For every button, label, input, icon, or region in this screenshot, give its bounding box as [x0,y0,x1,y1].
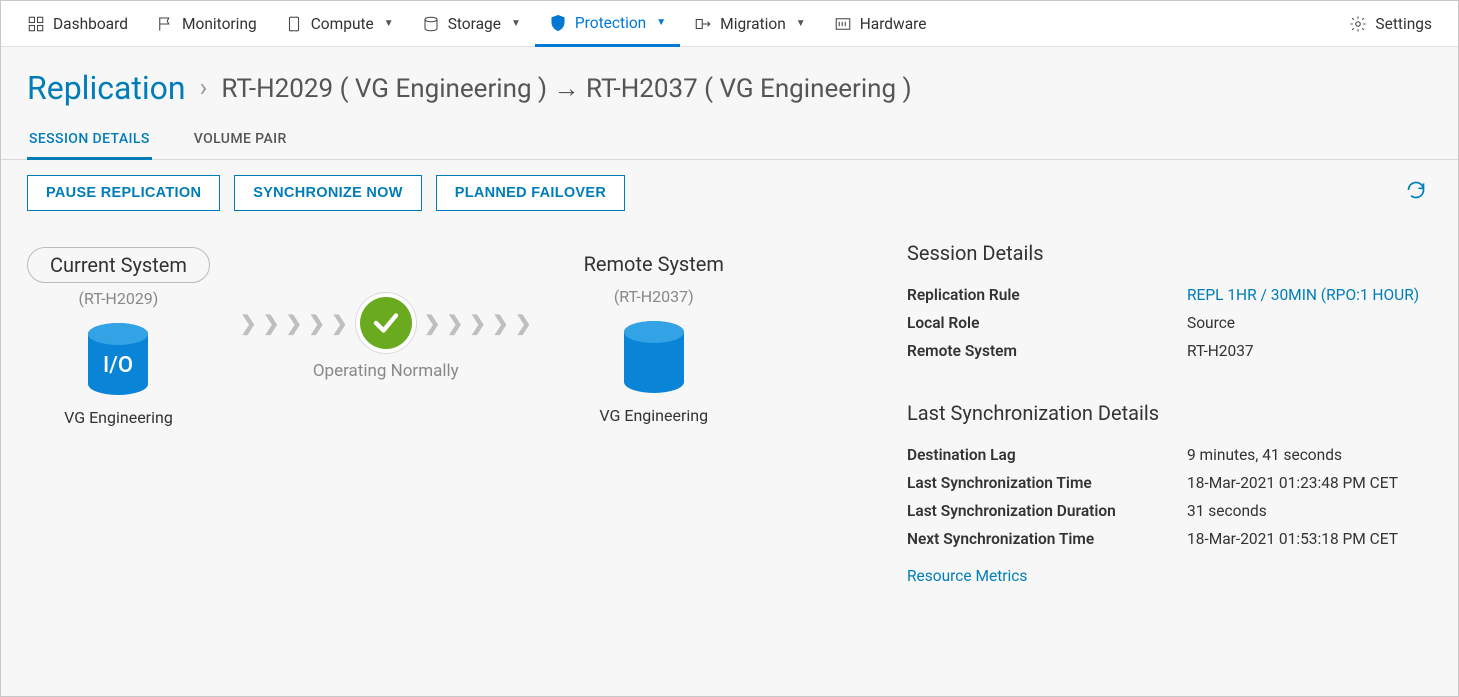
flow-status: ❯ ❯ ❯ ❯ ❯ ❯ ❯ ❯ ❯ ❯ Operating Normally [240,297,532,381]
nav-dashboard[interactable]: Dashboard [13,1,142,47]
last-sync-time-value: 18-Mar-2021 01:23:48 PM CET [1187,474,1398,492]
last-sync-duration-row: Last Synchronization Duration 31 seconds [907,497,1432,525]
nav-compute-label: Compute [311,15,374,33]
status-text: Operating Normally [313,361,459,381]
gear-icon [1349,15,1367,33]
destination-lag-value: 9 minutes, 41 seconds [1187,446,1342,464]
chevron-icon: ❯ [469,311,486,335]
last-sync-time-label: Last Synchronization Time [907,474,1187,492]
breadcrumb: Replication › RT-H2029 ( VG Engineering … [1,47,1458,121]
chevron-icon: ❯ [515,311,532,335]
chevron-icon: ❯ [331,311,348,335]
last-sync-title: Last Synchronization Details [907,401,1432,425]
cylinder-icon [621,320,687,398]
caret-down-icon: ▼ [511,18,521,29]
top-nav: Dashboard Monitoring Compute ▼ Storage ▼… [1,1,1458,47]
chevron-icon: ❯ [285,311,302,335]
current-system-id: (RT-H2029) [27,289,210,308]
destination-lag-row: Destination Lag 9 minutes, 41 seconds [907,441,1432,469]
svg-text:I/O: I/O [103,353,133,378]
hardware-icon [834,15,852,33]
next-sync-time-row: Next Synchronization Time 18-Mar-2021 01… [907,525,1432,553]
nav-protection-label: Protection [575,14,646,32]
remote-system-title: Remote System [562,247,746,281]
chevron-icon: ❯ [424,311,441,335]
migration-icon [694,15,712,33]
caret-down-icon: ▼ [656,17,666,28]
cylinder-icon: I/O [85,322,151,400]
nav-migration[interactable]: Migration ▼ [680,1,820,47]
next-sync-time-value: 18-Mar-2021 01:53:18 PM CET [1187,530,1398,548]
nav-protection[interactable]: Protection ▼ [535,1,680,47]
chevron-right-icon: › [200,73,208,103]
status-ok-icon [360,297,412,349]
content: Current System (RT-H2029) I/O VG Enginee… [1,221,1458,605]
remote-system: Remote System (RT-H2037) VG Engineering [562,247,746,425]
dashboard-icon [27,15,45,33]
chevron-icon: ❯ [447,311,464,335]
current-system-title: Current System [27,247,210,283]
sub-tabs: SESSION DETAILS VOLUME PAIR [1,121,1458,160]
local-role-row: Local Role Source [907,309,1432,337]
tab-volume-pair[interactable]: VOLUME PAIR [192,121,289,159]
caret-down-icon: ▼ [384,18,394,29]
current-system-vg: VG Engineering [64,408,173,427]
remote-system-row: Remote System RT-H2037 [907,337,1432,365]
nav-monitoring[interactable]: Monitoring [142,1,271,47]
nav-settings[interactable]: Settings [1335,1,1446,47]
compute-icon [285,15,303,33]
planned-failover-button[interactable]: PLANNED FAILOVER [436,175,625,211]
replication-rule-row: Replication Rule REPL 1HR / 30MIN (RPO:1… [907,281,1432,309]
synchronize-now-button[interactable]: SYNCHRONIZE NOW [234,175,422,211]
last-sync-duration-value: 31 seconds [1187,502,1267,520]
nav-hardware[interactable]: Hardware [820,1,941,47]
local-role-label: Local Role [907,314,1187,332]
remote-system-label: Remote System [907,342,1187,360]
remote-system-id: (RT-H2037) [562,287,746,306]
last-sync-time-row: Last Synchronization Time 18-Mar-2021 01… [907,469,1432,497]
resource-metrics-link[interactable]: Resource Metrics [907,567,1027,585]
next-sync-time-label: Next Synchronization Time [907,530,1187,548]
chevron-icon: ❯ [308,311,325,335]
breadcrumb-path: RT-H2029 ( VG Engineering ) → RT-H2037 (… [221,73,911,104]
chevron-icon: ❯ [263,311,280,335]
nav-storage[interactable]: Storage ▼ [408,1,535,47]
current-system: Current System (RT-H2029) I/O VG Enginee… [27,247,210,427]
nav-storage-label: Storage [448,15,501,33]
pause-replication-button[interactable]: PAUSE REPLICATION [27,175,220,211]
replication-flow: Current System (RT-H2029) I/O VG Enginee… [27,241,877,585]
last-sync-duration-label: Last Synchronization Duration [907,502,1187,520]
details-panel: Session Details Replication Rule REPL 1H… [907,241,1432,585]
destination-lag-label: Destination Lag [907,446,1187,464]
chevron-icon: ❯ [240,311,257,335]
chevron-icon: ❯ [492,311,509,335]
caret-down-icon: ▼ [796,18,806,29]
nav-hardware-label: Hardware [860,15,927,33]
remote-system-vg: VG Engineering [599,406,708,425]
nav-settings-label: Settings [1375,15,1432,33]
tab-session-details[interactable]: SESSION DETAILS [27,121,152,160]
storage-icon [422,15,440,33]
nav-compute[interactable]: Compute ▼ [271,1,408,47]
local-role-value: Source [1187,314,1235,332]
nav-monitoring-label: Monitoring [182,15,257,33]
session-details-title: Session Details [907,241,1432,265]
shield-icon [549,14,567,32]
flag-icon [156,15,174,33]
action-row: PAUSE REPLICATION SYNCHRONIZE NOW PLANNE… [1,160,1458,221]
nav-migration-label: Migration [720,15,786,33]
remote-system-value: RT-H2037 [1187,342,1254,360]
replication-rule-value[interactable]: REPL 1HR / 30MIN (RPO:1 HOUR) [1187,286,1419,304]
nav-dashboard-label: Dashboard [53,15,128,33]
refresh-icon[interactable] [1400,174,1432,211]
replication-rule-label: Replication Rule [907,286,1187,304]
breadcrumb-root[interactable]: Replication [27,69,186,107]
